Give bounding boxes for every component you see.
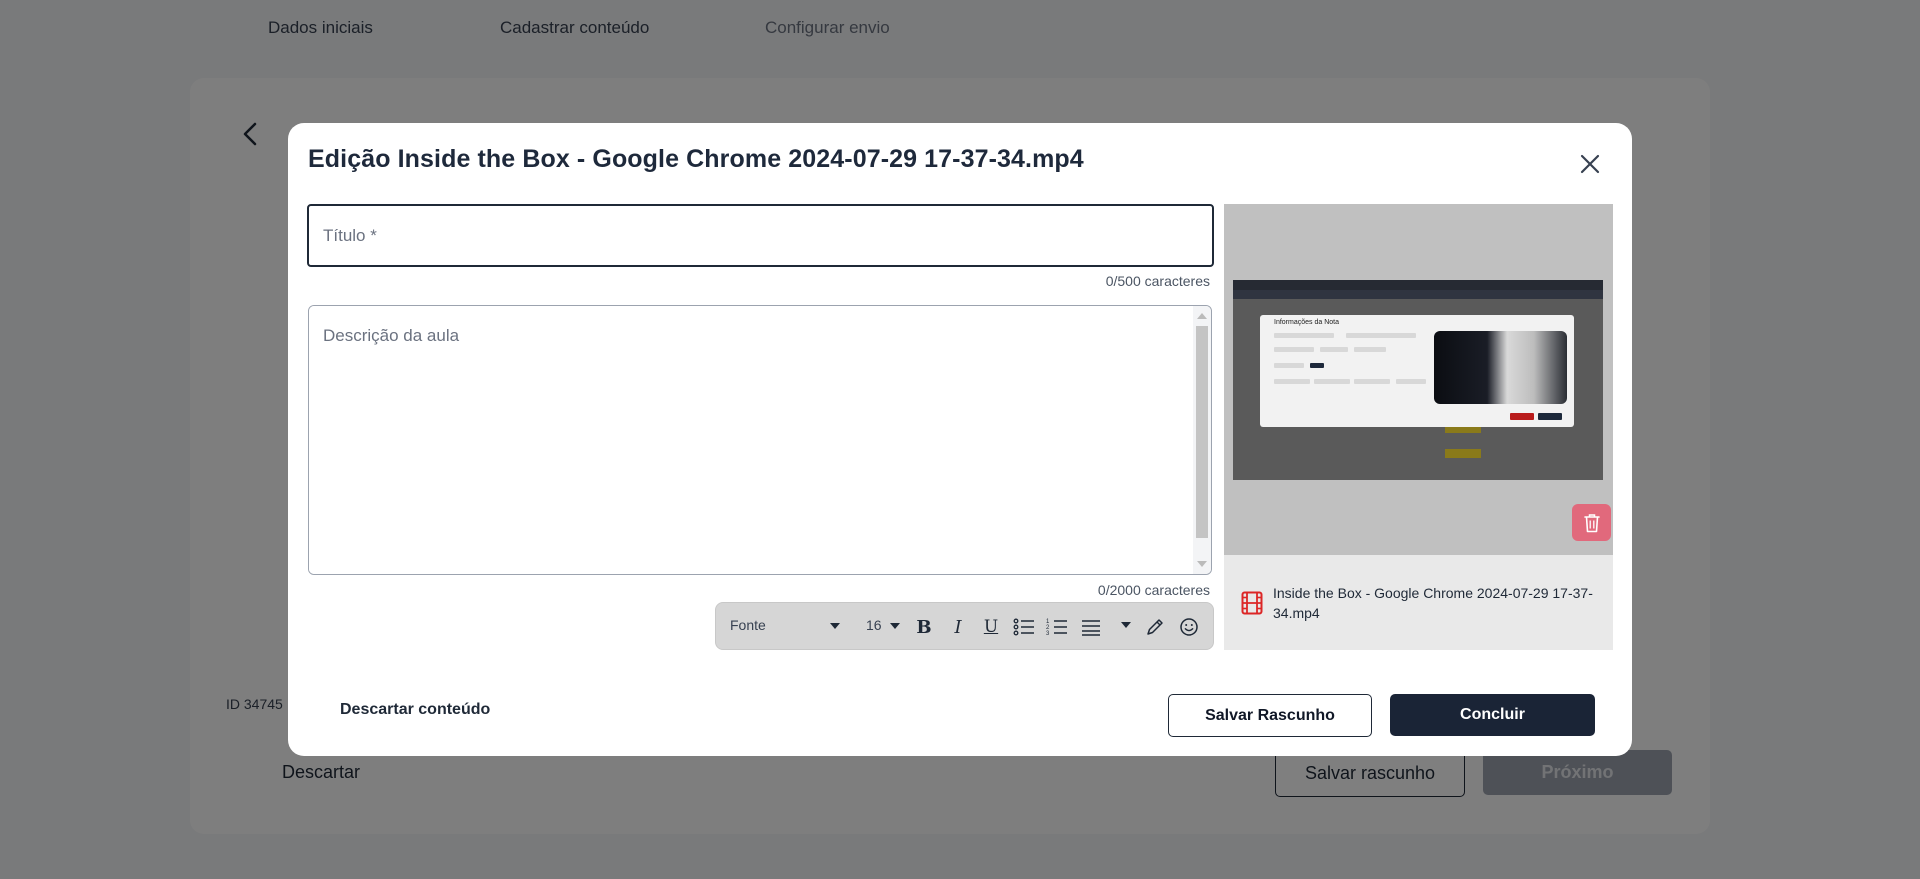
align-icon[interactable]: [1079, 615, 1103, 639]
emoji-icon[interactable]: [1177, 615, 1201, 639]
video-thumbnail: Informações da Nota: [1233, 280, 1603, 480]
underline-icon[interactable]: U: [979, 615, 1003, 639]
font-dropdown-icon[interactable]: [830, 623, 840, 629]
close-button[interactable]: [1576, 150, 1604, 178]
description-editor: [308, 305, 1212, 575]
modal-save-draft-button[interactable]: Salvar Rascunho: [1168, 694, 1372, 737]
media-file-name: Inside the Box - Google Chrome 2024-07-2…: [1273, 585, 1593, 621]
description-scrollbar[interactable]: [1193, 306, 1211, 574]
scroll-up-arrow-icon[interactable]: [1197, 313, 1207, 319]
scroll-thumb[interactable]: [1196, 326, 1208, 538]
title-input[interactable]: [307, 204, 1214, 267]
description-char-counter: 0/2000 caracteres: [1097, 582, 1210, 598]
thumbnail-dialog: Informações da Nota: [1260, 315, 1574, 427]
modal-title: Edição Inside the Box - Google Chrome 20…: [308, 145, 1084, 173]
trash-icon: [1583, 513, 1600, 532]
video-preview[interactable]: Informações da Nota: [1224, 204, 1613, 555]
bullet-list-icon[interactable]: [1012, 615, 1036, 639]
media-preview-panel: Informações da Nota Inside the Box - Goo…: [1224, 204, 1613, 650]
pencil-icon[interactable]: [1143, 615, 1167, 639]
font-size-select[interactable]: 16: [866, 617, 882, 633]
align-dropdown-icon[interactable]: [1121, 622, 1131, 628]
svg-text:3: 3: [1046, 631, 1050, 637]
finish-button[interactable]: Concluir: [1390, 694, 1595, 736]
numbered-list-icon[interactable]: 1 2 3: [1045, 615, 1069, 639]
edit-content-modal: Edição Inside the Box - Google Chrome 20…: [288, 123, 1632, 756]
scroll-down-arrow-icon[interactable]: [1197, 561, 1207, 567]
title-char-counter: 0/500 caracteres: [1105, 273, 1210, 289]
font-size-dropdown-icon[interactable]: [890, 623, 900, 629]
delete-media-button[interactable]: [1572, 504, 1611, 541]
font-select[interactable]: Fonte: [730, 617, 766, 633]
description-textarea[interactable]: [309, 306, 1195, 574]
close-icon: [1580, 154, 1600, 174]
formatting-toolbar: Fonte 16 B I U 1 2 3: [715, 602, 1214, 650]
bold-icon[interactable]: B: [912, 615, 936, 639]
thumbnail-dialog-title: Informações da Nota: [1274, 319, 1339, 326]
film-icon: [1241, 591, 1263, 615]
discard-content-button[interactable]: Descartar conteúdo: [340, 701, 490, 719]
italic-icon[interactable]: I: [946, 615, 970, 639]
